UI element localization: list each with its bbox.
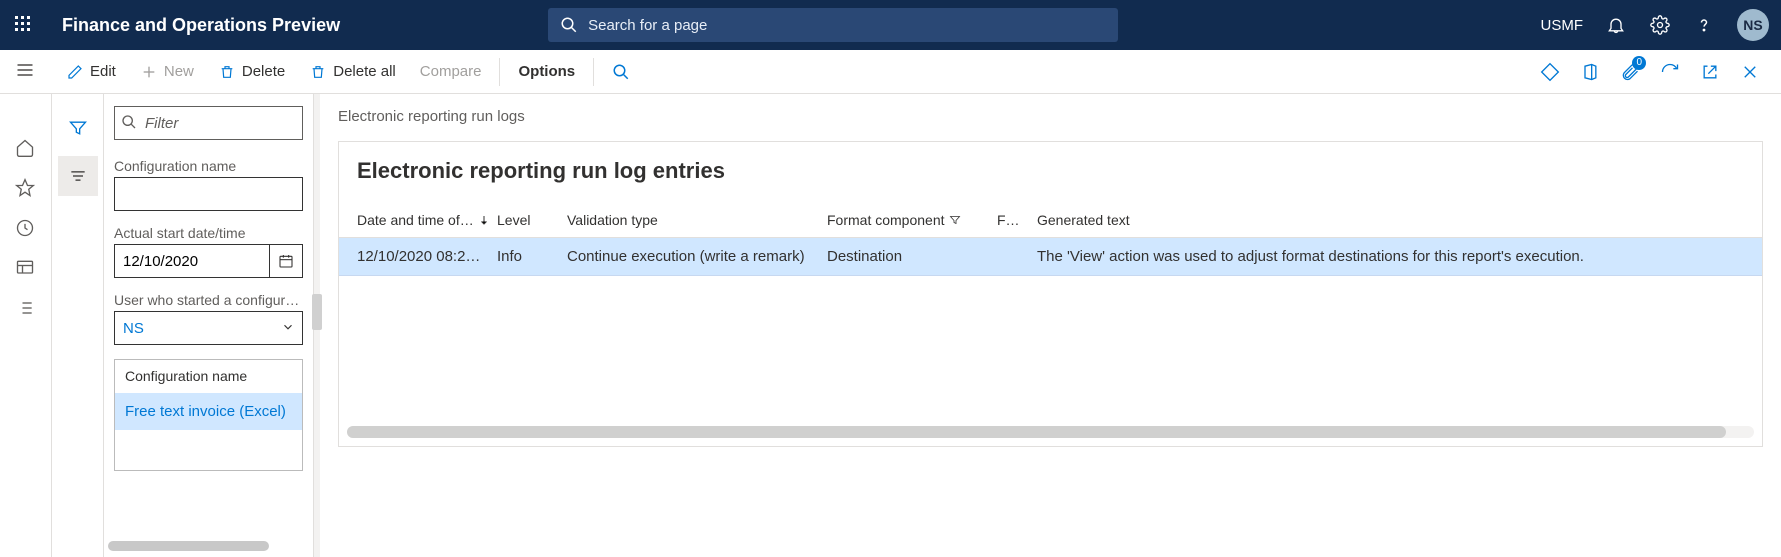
- hamburger-icon[interactable]: [15, 60, 35, 80]
- cell-level: Info: [491, 248, 561, 265]
- delete-button[interactable]: Delete: [208, 59, 295, 85]
- grid-row[interactable]: 12/10/2020 08:2… Info Continue execution…: [339, 238, 1762, 276]
- star-icon[interactable]: [15, 178, 37, 200]
- attachments-icon[interactable]: 0: [1617, 59, 1643, 85]
- options-label: Options: [518, 63, 575, 80]
- compare-button[interactable]: Compare: [410, 59, 492, 84]
- help-icon[interactable]: [1693, 14, 1715, 36]
- app-header: Finance and Operations Preview USMF NS: [0, 0, 1781, 50]
- card-title: Electronic reporting run log entries: [339, 142, 1762, 202]
- bell-icon[interactable]: [1605, 14, 1627, 36]
- main-area: Electronic reporting run logs Electronic…: [320, 94, 1781, 557]
- col-f[interactable]: F…: [991, 212, 1031, 228]
- search-icon: [121, 114, 137, 130]
- cell-generated-text: The 'View' action was used to adjust for…: [1031, 248, 1750, 265]
- modules-icon[interactable]: [15, 298, 37, 320]
- close-icon[interactable]: [1737, 59, 1763, 85]
- user-label: User who started a configuration: [114, 292, 303, 308]
- col-date[interactable]: Date and time of…: [351, 212, 491, 228]
- col-level[interactable]: Level: [491, 212, 561, 228]
- start-date-field[interactable]: [114, 244, 303, 278]
- user-select-input[interactable]: NS: [114, 311, 303, 345]
- trash-all-icon: [309, 63, 327, 81]
- office-icon[interactable]: [1577, 59, 1603, 85]
- delete-all-label: Delete all: [333, 63, 396, 80]
- attachments-badge: 0: [1632, 56, 1646, 70]
- col-validation-type[interactable]: Validation type: [561, 212, 821, 228]
- popout-icon[interactable]: [1697, 59, 1723, 85]
- filter-pane: Configuration name Actual start date/tim…: [104, 94, 314, 557]
- app-title: Finance and Operations Preview: [62, 15, 340, 36]
- compare-label: Compare: [420, 63, 482, 80]
- refresh-icon[interactable]: [1657, 59, 1683, 85]
- edit-label: Edit: [90, 63, 116, 80]
- gear-icon[interactable]: [1649, 14, 1671, 36]
- filter-icon: [949, 214, 961, 226]
- cell-f: [991, 248, 1031, 265]
- workspace-icon[interactable]: [15, 258, 37, 280]
- delete-label: Delete: [242, 63, 285, 80]
- config-list-row[interactable]: Free text invoice (Excel): [115, 393, 302, 430]
- diamond-icon[interactable]: [1537, 59, 1563, 85]
- secondary-rail: [52, 94, 104, 557]
- content-area: Configuration name Actual start date/tim…: [0, 94, 1781, 557]
- splitter-handle-icon[interactable]: [312, 294, 322, 330]
- action-toolbar: Edit New Delete Delete all Compare Optio…: [0, 50, 1781, 94]
- grid-body: 12/10/2020 08:2… Info Continue execution…: [339, 238, 1762, 276]
- grid-horizontal-scrollbar[interactable]: [347, 426, 1754, 438]
- config-list-header[interactable]: Configuration name: [115, 360, 302, 393]
- cell-validation-type: Continue execution (write a remark): [561, 248, 821, 265]
- filter-pane-scrollbar[interactable]: [108, 541, 309, 551]
- log-grid: Date and time of… Level Validation type …: [339, 202, 1762, 438]
- config-name-input[interactable]: [114, 177, 303, 211]
- waffle-icon[interactable]: [12, 13, 36, 37]
- filter-tab-funnel[interactable]: [58, 108, 98, 148]
- config-name-label: Configuration name: [114, 158, 303, 174]
- new-label: New: [164, 63, 194, 80]
- search-icon: [560, 16, 578, 34]
- toolbar-search-button[interactable]: [602, 59, 640, 85]
- start-date-label: Actual start date/time: [114, 225, 303, 241]
- grid-header: Date and time of… Level Validation type …: [339, 202, 1762, 238]
- plus-icon: [140, 63, 158, 81]
- cell-format-component: Destination: [821, 248, 991, 265]
- user-select[interactable]: NS: [114, 311, 303, 345]
- search-icon: [612, 63, 630, 81]
- pencil-icon: [66, 63, 84, 81]
- company-code[interactable]: USMF: [1541, 17, 1584, 34]
- cell-date: 12/10/2020 08:2…: [351, 248, 491, 265]
- trash-icon: [218, 63, 236, 81]
- nav-rail: [0, 94, 52, 557]
- log-entries-card: Electronic reporting run log entries Dat…: [338, 141, 1763, 447]
- toolbar-separator: [499, 58, 500, 86]
- start-date-input[interactable]: [114, 244, 269, 278]
- sort-desc-icon: [478, 214, 490, 226]
- edit-button[interactable]: Edit: [56, 59, 126, 85]
- col-generated-text[interactable]: Generated text: [1031, 212, 1750, 228]
- toolbar-separator: [593, 58, 594, 86]
- filter-search[interactable]: [114, 106, 303, 140]
- global-search-input[interactable]: [588, 17, 1106, 34]
- delete-all-button[interactable]: Delete all: [299, 59, 406, 85]
- filter-tab-lines[interactable]: [58, 156, 98, 196]
- clock-icon[interactable]: [15, 218, 37, 240]
- breadcrumb: Electronic reporting run logs: [338, 108, 1763, 125]
- config-list: Configuration name Free text invoice (Ex…: [114, 359, 303, 471]
- new-button[interactable]: New: [130, 59, 204, 85]
- filter-search-input[interactable]: [114, 106, 303, 140]
- col-format-component[interactable]: Format component: [821, 212, 991, 228]
- calendar-icon[interactable]: [269, 244, 303, 278]
- splitter[interactable]: [314, 94, 320, 557]
- user-avatar[interactable]: NS: [1737, 9, 1769, 41]
- options-button[interactable]: Options: [508, 59, 585, 84]
- home-icon[interactable]: [15, 138, 37, 160]
- global-search[interactable]: [548, 8, 1118, 42]
